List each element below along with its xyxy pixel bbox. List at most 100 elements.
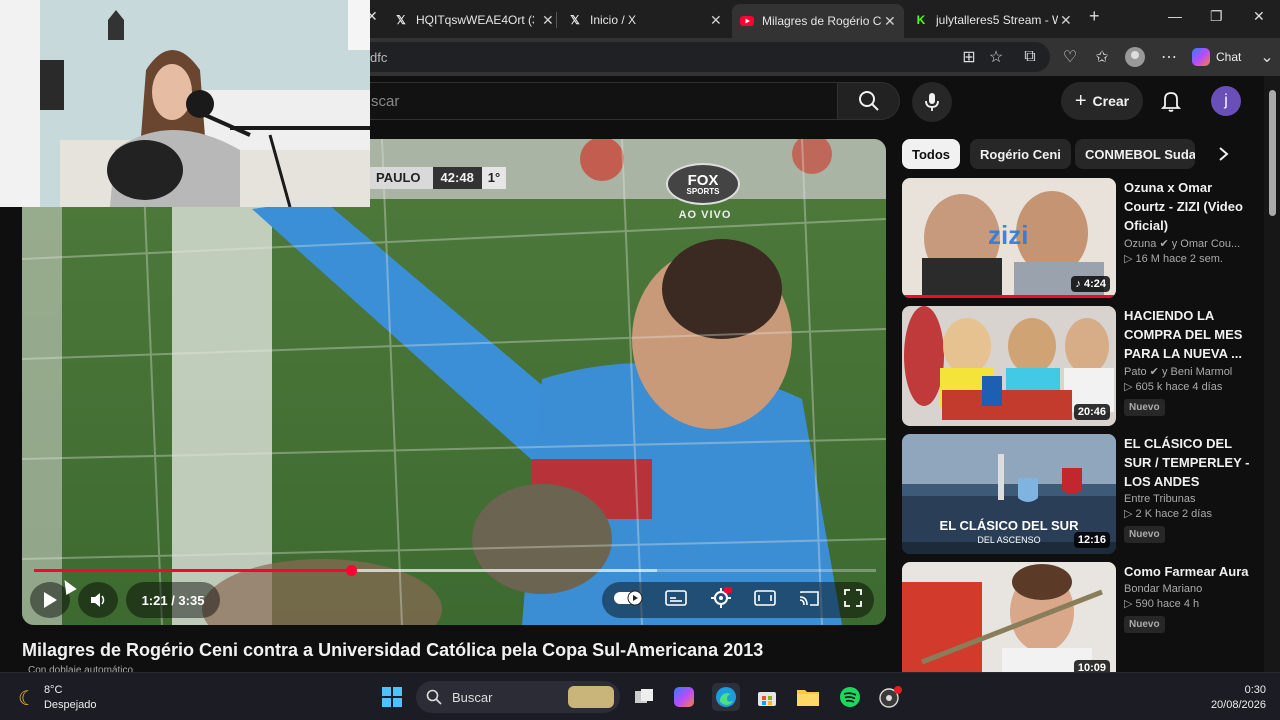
copilot-chat-button[interactable]: Chat bbox=[1192, 44, 1241, 70]
chip-todos[interactable]: Todos bbox=[902, 139, 961, 169]
close-icon[interactable]: ✕ bbox=[710, 12, 722, 29]
app-available-icon[interactable]: ⊞ bbox=[958, 46, 980, 68]
tab-youtube-active[interactable]: Milagres de Rogério Cer ✕ bbox=[732, 4, 904, 38]
tab-kick-stream[interactable]: K julytalleres5 Stream - W ✕ bbox=[906, 6, 1080, 34]
duration-badge: 12:16 bbox=[1073, 532, 1110, 548]
start-button[interactable] bbox=[378, 683, 406, 711]
video-frame bbox=[22, 139, 886, 625]
chevron-down-icon[interactable]: ⌄ bbox=[1256, 46, 1278, 68]
channel-name[interactable]: Ozuna ✔ y Omar Cou... bbox=[1124, 237, 1252, 250]
chips-next-button[interactable] bbox=[1208, 139, 1238, 169]
browser-essentials-icon[interactable]: ♡ bbox=[1059, 46, 1081, 68]
scrollbar[interactable] bbox=[1264, 76, 1280, 672]
video-info: Como Farmear Aura Bondar Mariano ▷ 590 h… bbox=[1124, 562, 1252, 633]
profile-icon[interactable] bbox=[1124, 46, 1146, 68]
voice-search-button[interactable] bbox=[912, 82, 952, 122]
video-player[interactable]: PAULO 42:48 1° FOX SPORTS AO VIVO 1:21 /… bbox=[22, 139, 886, 625]
close-icon[interactable]: ✕ bbox=[884, 13, 896, 30]
video-thumbnail[interactable]: 20:46 bbox=[902, 306, 1116, 426]
tab-label: Inicio / X bbox=[590, 13, 637, 27]
cast-icon[interactable] bbox=[798, 589, 820, 612]
favorite-star-icon[interactable]: ☆ bbox=[985, 46, 1007, 68]
volume-icon bbox=[91, 593, 105, 607]
fox-sports-logo: FOX SPORTS AO VIVO bbox=[666, 163, 744, 221]
minimize-icon[interactable]: — bbox=[1168, 8, 1182, 24]
channel-name[interactable]: Pato ✔ y Beni Marmol bbox=[1124, 365, 1252, 378]
weather-widget[interactable]: ☾ 8°C Despejado bbox=[18, 683, 97, 713]
time-display: 1:21 / 3:35 bbox=[126, 582, 220, 618]
chip-conmebol[interactable]: CONMEBOL Sudam bbox=[1075, 139, 1195, 169]
video-title[interactable]: EL CLÁSICO DEL SUR / TEMPERLEY - LOS AND… bbox=[1124, 434, 1252, 491]
duration-badge: 10:09 bbox=[1073, 660, 1110, 672]
theater-mode-icon[interactable] bbox=[754, 589, 776, 612]
video-thumbnail[interactable]: 10:09 bbox=[902, 562, 1116, 672]
video-thumbnail[interactable]: zizi ♪ 4:24 bbox=[902, 178, 1116, 298]
close-icon[interactable]: ✕ bbox=[1060, 12, 1072, 29]
fox-logo-main: FOX bbox=[687, 171, 719, 189]
video-title[interactable]: Como Farmear Aura bbox=[1124, 562, 1252, 581]
autoplay-toggle[interactable] bbox=[613, 590, 643, 611]
account-avatar[interactable]: j bbox=[1211, 86, 1241, 116]
fullscreen-icon[interactable] bbox=[843, 588, 863, 613]
recommendation-item[interactable]: 10:09 Como Farmear Aura Bondar Mariano ▷… bbox=[902, 562, 1252, 672]
scrubber-handle[interactable] bbox=[346, 565, 357, 576]
temperature: 8°C bbox=[43, 684, 63, 696]
chip-rogerio-ceni[interactable]: Rogério Ceni bbox=[970, 139, 1071, 169]
close-window-icon[interactable]: ✕ bbox=[1253, 8, 1265, 25]
channel-name[interactable]: Bondar Mariano bbox=[1124, 583, 1252, 595]
close-icon[interactable]: ✕ bbox=[542, 12, 554, 29]
new-badge: Nuevo bbox=[1124, 526, 1165, 543]
video-title[interactable]: Ozuna x Omar Courtz - ZIZI (Video Oficia… bbox=[1124, 178, 1252, 235]
search-input[interactable]: scar bbox=[300, 82, 838, 120]
windows-taskbar: ☾ 8°C Despejado Buscar 0:30 20/08/2026 bbox=[0, 672, 1280, 720]
obs-taskbar-button[interactable] bbox=[876, 683, 904, 711]
video-meta: ▷ 16 M hace 2 sem. bbox=[1124, 253, 1223, 265]
extensions-icon[interactable]: ⧉ bbox=[1019, 46, 1041, 68]
clock-date: 20/08/2026 bbox=[1210, 699, 1266, 711]
progress-played bbox=[34, 569, 351, 572]
copilot-taskbar-button[interactable] bbox=[670, 683, 698, 711]
edge-taskbar-button[interactable] bbox=[712, 683, 740, 711]
store-taskbar-button[interactable] bbox=[753, 683, 781, 711]
x-logo-icon: 𝕏 bbox=[570, 13, 580, 27]
system-clock[interactable]: 0:30 20/08/2026 bbox=[1211, 683, 1266, 713]
restore-icon[interactable]: ❐ bbox=[1210, 8, 1223, 25]
subtitles-icon[interactable] bbox=[665, 589, 688, 612]
more-menu-icon[interactable]: ⋯ bbox=[1158, 46, 1180, 68]
video-thumbnail[interactable]: EL CLÁSICO DEL SUR DEL ASCENSO 12:16 bbox=[902, 434, 1116, 554]
tab-twitter-image[interactable]: 𝕏 HQITqswWEAE4Ort (327 ✕ bbox=[386, 6, 562, 34]
video-meta: ▷ 605 k hace 4 días bbox=[1124, 381, 1223, 393]
scrollbar-thumb[interactable] bbox=[1269, 90, 1276, 216]
clock-time: 0:30 bbox=[1244, 684, 1266, 696]
tab-label: Milagres de Rogério Cer bbox=[762, 14, 882, 28]
search-label: Buscar bbox=[452, 689, 493, 705]
video-title[interactable]: HACIENDO LA COMPRA DEL MES PARA LA NUEVA… bbox=[1124, 306, 1252, 363]
search-icon bbox=[426, 689, 442, 705]
recommendation-item[interactable]: zizi ♪ 4:24 Ozuna x Omar Courtz - ZIZI (… bbox=[902, 178, 1252, 300]
create-button[interactable]: + Crear bbox=[1061, 82, 1143, 120]
favorites-icon[interactable]: ✩ bbox=[1091, 46, 1113, 68]
score-half: 1° bbox=[481, 167, 507, 189]
recommendation-item[interactable]: EL CLÁSICO DEL SUR DEL ASCENSO 12:16 EL … bbox=[902, 434, 1252, 556]
chat-label: Chat bbox=[1216, 50, 1242, 64]
tab-inicio-x[interactable]: 𝕏 Inicio / X ✕ bbox=[560, 6, 730, 34]
new-tab-icon[interactable]: + bbox=[1089, 6, 1100, 27]
channel-name[interactable]: Entre Tribunas bbox=[1124, 493, 1252, 505]
tab-label: julytalleres5 Stream - W bbox=[936, 13, 1058, 27]
file-explorer-button[interactable] bbox=[794, 683, 822, 711]
search-button[interactable] bbox=[838, 82, 900, 120]
fox-sports-oval: FOX SPORTS bbox=[666, 163, 740, 205]
duration-badge: 20:46 bbox=[1073, 404, 1110, 420]
spotify-icon bbox=[840, 687, 860, 707]
notifications-button[interactable] bbox=[1156, 86, 1186, 116]
score-team: PAULO bbox=[368, 167, 433, 189]
spotify-taskbar-button[interactable] bbox=[836, 683, 864, 711]
settings-gear-icon[interactable] bbox=[710, 586, 732, 614]
task-view-button[interactable] bbox=[630, 683, 658, 711]
mute-button[interactable] bbox=[78, 582, 118, 618]
bell-icon bbox=[1161, 92, 1181, 112]
x-logo-icon: 𝕏 bbox=[396, 13, 406, 27]
video-title: Milagres de Rogério Ceni contra a Univer… bbox=[22, 640, 764, 660]
taskbar-search[interactable]: Buscar bbox=[416, 681, 620, 713]
recommendation-item[interactable]: 20:46 HACIENDO LA COMPRA DEL MES PARA LA… bbox=[902, 306, 1252, 428]
